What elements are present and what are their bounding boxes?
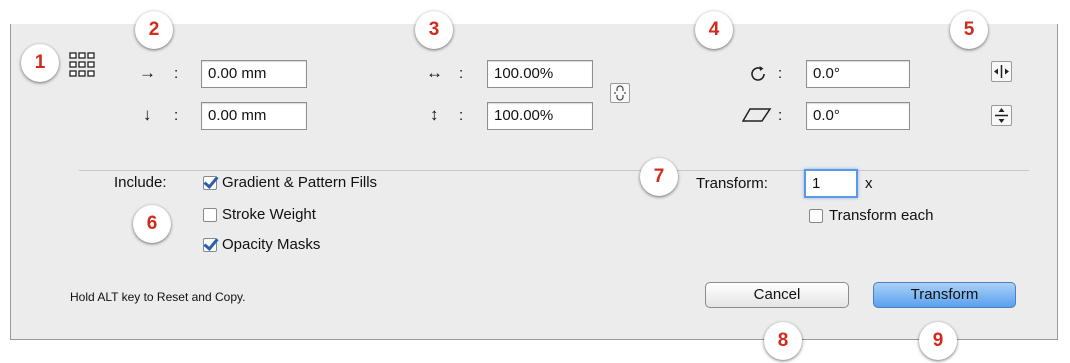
transform-each-label[interactable]: Transform each [829,207,933,225]
transform-count-label: Transform: [696,175,768,192]
colon: : [174,107,179,124]
colon: : [778,65,783,82]
scale-vertical-icon: ↕ [430,105,439,124]
scale-horizontal-icon: ↔ [426,63,443,82]
transform-button[interactable]: Transform [873,282,1016,308]
move-horizontal-icon: → [139,63,156,82]
callout-marker-9: 9 [919,322,957,360]
callout-marker-1: 1 [21,44,59,82]
stroke-weight-label[interactable]: Stroke Weight [222,206,316,224]
callout-marker-3: 3 [415,11,453,49]
transform-count-field[interactable]: 1 [804,169,858,198]
callout-marker-2: 2 [135,11,173,49]
shear-icon [741,107,772,123]
scale-vertical-field[interactable]: 100.00% [487,102,593,130]
transform-dialog: → : 0.00 mm ↓ : 0.00 mm ↔ : 100.00% ↕ : … [10,24,1058,340]
callout-marker-6: 6 [133,205,171,243]
move-horizontal-field[interactable]: 0.00 mm [201,60,307,88]
opacity-masks-label[interactable]: Opacity Masks [222,236,320,254]
reflect-y-button[interactable] [991,105,1012,126]
callout-marker-8: 8 [764,322,802,360]
colon: : [459,107,464,124]
reference-point-icon[interactable] [69,52,95,78]
include-label: Include: [114,174,167,191]
colon: : [459,65,464,82]
rotate-icon [749,64,769,84]
opacity-masks-checkbox[interactable] [203,238,217,252]
reflect-x-button[interactable] [991,61,1012,82]
callout-marker-7: 7 [640,158,678,196]
stroke-weight-checkbox[interactable] [203,208,217,222]
gradient-pattern-checkbox[interactable] [203,176,217,190]
gradient-pattern-label[interactable]: Gradient & Pattern Fills [222,174,377,192]
cancel-button[interactable]: Cancel [705,282,849,308]
colon: : [778,107,783,124]
colon: : [174,65,179,82]
callout-marker-5: 5 [950,11,988,49]
constrain-proportions-link-icon[interactable] [610,83,630,103]
move-vertical-icon: ↓ [143,105,152,124]
callout-marker-4: 4 [695,11,733,49]
separator [79,170,1029,171]
move-vertical-field[interactable]: 0.00 mm [201,102,307,130]
scale-horizontal-field[interactable]: 100.00% [487,60,593,88]
reset-copy-hint: Hold ALT key to Reset and Copy. [70,290,246,304]
shear-field[interactable]: 0.0° [806,102,910,130]
transform-count-suffix: x [865,175,873,192]
rotate-field[interactable]: 0.0° [806,60,910,88]
transform-each-checkbox[interactable] [809,209,823,223]
